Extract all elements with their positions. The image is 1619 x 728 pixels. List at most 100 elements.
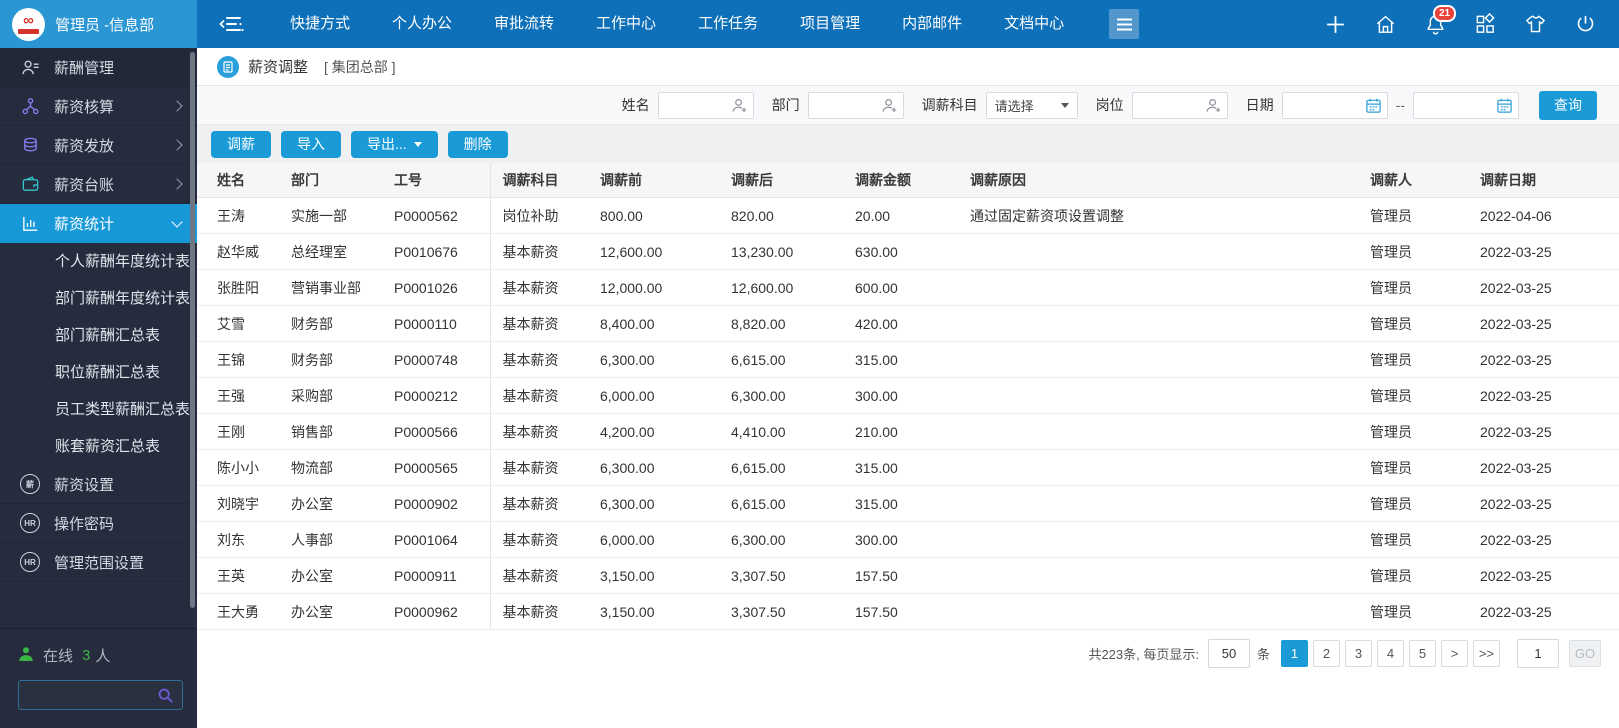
date-from-field	[1281, 91, 1388, 119]
page-button[interactable]: 1	[1281, 639, 1308, 667]
sidebar-item[interactable]: 薪薪资设置	[0, 465, 197, 504]
table-row[interactable]: 张胜阳 营销事业部 P0001026 基本薪资 12,000.00 12,600.00 60…	[197, 269, 1619, 306]
sidebar-menu: 薪酬管理 薪资核算 薪资发放 薪资台账薪资统计个人薪酬年度统计表 部门薪酬年度统计表 部门…	[0, 48, 197, 582]
table-row[interactable]: 刘东 人事部 P0001064 基本薪资 6,000.00 6,300.00 300.00 管…	[197, 521, 1619, 558]
page-button[interactable]: 4	[1377, 639, 1404, 667]
sidebar-item[interactable]: 薪资统计	[0, 204, 197, 243]
table-cell: 6,615.00	[719, 341, 843, 378]
nav-item[interactable]: 快捷方式	[269, 0, 371, 48]
table-row[interactable]: 艾雪 财务部 P0000110 基本薪资 8,400.00 8,820.00 420.00 管…	[197, 305, 1619, 342]
table-cell: 财务部	[279, 341, 382, 378]
page-button[interactable]: 2	[1313, 639, 1340, 667]
circle-glyph: 薪	[20, 474, 40, 494]
last-page-button[interactable]: >>	[1473, 639, 1500, 667]
table-row[interactable]: 王大勇 办公室 P0000962 基本薪资 3,150.00 3,307.50 157.50…	[197, 593, 1619, 630]
wallet-icon	[20, 175, 40, 194]
sidebar-subitem[interactable]: 个人薪酬年度统计表	[0, 243, 197, 280]
table-row[interactable]: 王英 办公室 P0000911 基本薪资 3,150.00 3,307.50 157.50 管…	[197, 557, 1619, 594]
table-row[interactable]: 赵华威 总经理室 P0010676 基本薪资 12,600.00 13,230.00 630…	[197, 233, 1619, 270]
bell-icon[interactable]: 21	[1424, 4, 1457, 36]
table-row[interactable]: 刘晓宇 办公室 P0000902 基本薪资 6,300.00 6,615.00 315.00…	[197, 485, 1619, 522]
sidebar-item[interactable]: 薪资发放	[0, 126, 197, 165]
sidebar-item-label: 薪资统计	[54, 215, 115, 233]
nav-item[interactable]: 工作中心	[575, 0, 677, 48]
sidebar-scrollbar[interactable]	[190, 52, 195, 608]
subject-filter-label: 调薪科目	[921, 97, 978, 113]
page-size-input[interactable]	[1207, 638, 1250, 668]
sidebar-item[interactable]: 薪资核算	[0, 87, 197, 126]
nav-item[interactable]: 个人办公	[371, 0, 473, 48]
table-row[interactable]: 王强 采购部 P0000212 基本薪资 6,000.00 6,300.00 300.00 管…	[197, 377, 1619, 414]
table-cell: 2022-03-25	[1468, 269, 1619, 306]
theme-icon[interactable]	[1524, 13, 1547, 36]
toolbar: 调薪 导入 导出... 删除	[197, 125, 1619, 163]
nav-item[interactable]: 内部邮件	[881, 0, 983, 48]
table-cell: 6,300.00	[588, 449, 719, 486]
delete-button[interactable]: 删除	[447, 130, 508, 158]
table-cell	[958, 305, 1358, 342]
sidebar-subitem[interactable]: 职位薪酬汇总表	[0, 354, 197, 391]
dept-filter-label: 部门	[771, 97, 800, 113]
calendar-icon[interactable]	[1496, 97, 1513, 114]
sidebar-subitem[interactable]: 账套薪资汇总表	[0, 428, 197, 465]
column-header: 调薪人	[1358, 163, 1468, 198]
sidebar-item[interactable]: HR 操作密码	[0, 504, 197, 543]
sidebar-subitem[interactable]: 员工类型薪酬汇总表	[0, 391, 197, 428]
person-add-icon[interactable]	[881, 97, 898, 114]
table-cell: 总经理室	[279, 233, 382, 270]
dept-filter-input[interactable]	[808, 96, 885, 114]
sidebar-subitem[interactable]: 部门薪酬汇总表	[0, 317, 197, 354]
nav-item[interactable]: 审批流转	[473, 0, 575, 48]
name-filter-input[interactable]	[658, 96, 735, 114]
person-add-icon[interactable]	[731, 97, 748, 114]
search-icon[interactable]	[157, 687, 174, 704]
page-button[interactable]: 3	[1345, 639, 1372, 667]
nav-item[interactable]: 项目管理	[779, 0, 881, 48]
post-filter-input[interactable]	[1132, 96, 1209, 114]
table-cell: 12,600.00	[588, 233, 719, 270]
table-cell: 采购部	[279, 377, 382, 414]
page-size-unit: 条	[1256, 646, 1270, 662]
page-jump-input[interactable]	[1517, 638, 1559, 668]
nav-item[interactable]: 工作任务	[677, 0, 779, 48]
date-range-separator: --	[1395, 97, 1405, 113]
subject-select-value: 请选择	[994, 98, 1034, 114]
table-row[interactable]: 王锦 财务部 P0000748 基本薪资 6,300.00 6,615.00 315.00 管…	[197, 341, 1619, 378]
next-page-button[interactable]: >	[1441, 639, 1468, 667]
table-cell: 630.00	[843, 233, 958, 270]
table-header-row: 姓名 部门 工号 调薪科目 调薪前 调薪后 调薪金额 调薪原因 调薪人 调薪日期	[197, 163, 1619, 198]
sidebar-search-input[interactable]	[27, 686, 157, 704]
home-icon[interactable]	[1374, 13, 1397, 36]
go-button[interactable]: GO	[1569, 639, 1601, 667]
sidebar-item-label: 薪资设置	[54, 476, 115, 494]
table-body: 王涛 实施一部 P0000562 岗位补助 800.00 820.00 20.00 通过固定薪…	[197, 197, 1619, 630]
collapse-sidebar-icon[interactable]	[219, 14, 245, 34]
date-from-input[interactable]	[1282, 96, 1369, 114]
export-button[interactable]: 导出...	[351, 130, 438, 158]
query-button[interactable]: 查询	[1539, 90, 1597, 120]
date-to-input[interactable]	[1414, 96, 1500, 114]
logout-icon[interactable]	[1574, 13, 1597, 36]
apps-icon[interactable]	[1474, 12, 1497, 36]
table-row[interactable]: 王刚 销售部 P0000566 基本薪资 4,200.00 4,410.00 210.00 管…	[197, 413, 1619, 450]
page-button[interactable]: 5	[1409, 639, 1436, 667]
table-cell: 210.00	[843, 413, 958, 450]
adjust-salary-button[interactable]: 调薪	[211, 130, 271, 158]
table-row[interactable]: 陈小小 物流部 P0000565 基本薪资 6,300.00 6,615.00 315.00…	[197, 449, 1619, 486]
sidebar-item[interactable]: HR 管理范围设置	[0, 543, 197, 582]
table-row[interactable]: 王涛 实施一部 P0000562 岗位补助 800.00 820.00 20.00 通过固定薪…	[197, 197, 1619, 234]
sidebar-item[interactable]: 薪资台账	[0, 165, 197, 204]
table-cell: P0000565	[382, 449, 491, 486]
sidebar-subitem[interactable]: 部门薪酬年度统计表	[0, 280, 197, 317]
subject-select[interactable]: 请选择	[985, 91, 1078, 119]
table-cell: 800.00	[588, 197, 719, 234]
calendar-icon[interactable]	[1365, 97, 1382, 114]
import-button[interactable]: 导入	[281, 130, 341, 158]
sidebar-item[interactable]: 薪酬管理	[0, 48, 197, 87]
plus-icon[interactable]	[1324, 13, 1347, 36]
table-cell: 2022-03-25	[1468, 233, 1619, 270]
nav-item[interactable]: 文档中心	[983, 0, 1085, 48]
menu-toggle-button[interactable]	[1109, 9, 1140, 39]
person-add-icon[interactable]	[1205, 97, 1222, 114]
table-cell: 管理员	[1358, 449, 1468, 486]
